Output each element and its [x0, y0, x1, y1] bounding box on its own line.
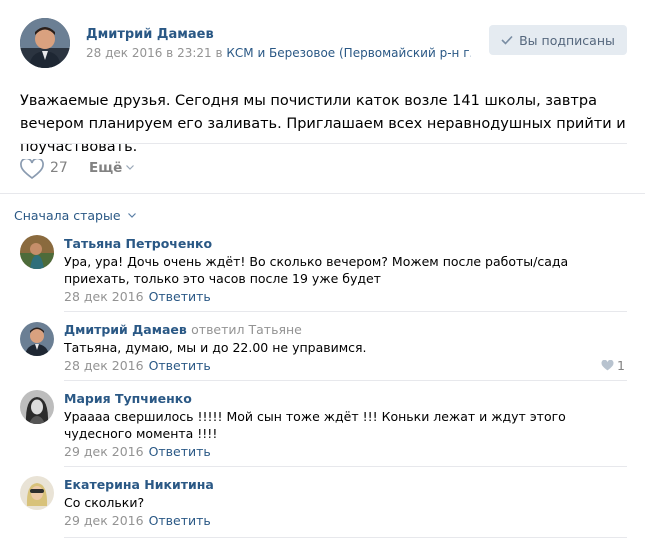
more-button[interactable]: Ещё	[89, 160, 135, 176]
heart-icon	[601, 360, 614, 371]
author-name[interactable]: Дмитрий Дамаев	[86, 27, 214, 42]
divider	[64, 311, 627, 312]
comment-footer: 29 дек 2016 Ответить	[64, 444, 211, 459]
reply-button[interactable]: Ответить	[149, 289, 211, 304]
avatar[interactable]	[20, 476, 54, 510]
more-label: Ещё	[89, 160, 123, 176]
post-date[interactable]: 28 дек 2016 в 23:21 в	[86, 46, 223, 60]
comments-sort-label: Сначала старые	[14, 208, 121, 223]
author-avatar[interactable]	[20, 18, 70, 68]
comment-author-line: Дмитрий Дамаев ответил Татьяне	[64, 322, 302, 337]
subscribed-button[interactable]: Вы подписаны	[489, 25, 627, 55]
comment-date[interactable]: 28 дек 2016	[64, 358, 144, 373]
divider	[64, 537, 627, 538]
divider	[64, 380, 627, 381]
comment-author[interactable]: Мария Тупчиенко	[64, 391, 192, 406]
post-meta: 28 дек 2016 в 23:21 в КСМ и Березовое (П…	[86, 46, 471, 60]
divider	[20, 143, 627, 144]
comment-date[interactable]: 29 дек 2016	[64, 444, 144, 459]
check-icon	[501, 35, 513, 45]
like-count[interactable]: 27	[50, 160, 68, 176]
avatar[interactable]	[20, 322, 54, 356]
comment-author[interactable]: Татьяна Петроченко	[64, 236, 212, 251]
avatar[interactable]	[20, 235, 54, 269]
chevron-down-icon	[127, 213, 136, 218]
comment-date[interactable]: 28 дек 2016	[64, 289, 144, 304]
heart-icon[interactable]	[20, 159, 44, 179]
reply-button[interactable]: Ответить	[149, 358, 211, 373]
comment-footer: 28 дек 2016 Ответить	[64, 289, 211, 304]
post-text: Уважаемые друзья. Сегодня мы почистили к…	[20, 93, 626, 155]
divider	[64, 466, 627, 467]
comment-like-count: 1	[617, 358, 625, 373]
post-place-link[interactable]: КСМ и Березовое (Первомайский р-н г.Н...	[226, 46, 471, 60]
comment-author[interactable]: Екатерина Никитина	[64, 477, 214, 492]
avatar[interactable]	[20, 390, 54, 424]
comment-text: Со скольки?	[64, 495, 145, 510]
chevron-down-icon	[126, 165, 135, 170]
subscribed-label: Вы подписаны	[519, 32, 615, 48]
comment-text: Ура, ура! Дочь очень ждёт! Во сколько ве…	[64, 254, 569, 286]
comment-footer: 28 дек 2016 Ответить	[64, 358, 211, 373]
comment-date[interactable]: 29 дек 2016	[64, 513, 144, 528]
comment-text: Урaааа свершилось !!!!! Мой сын тоже ждё…	[64, 409, 566, 441]
comment-like-button[interactable]: 1	[601, 358, 625, 373]
reply-button[interactable]: Ответить	[149, 444, 211, 459]
divider	[0, 193, 645, 194]
reply-to-label[interactable]: ответил Татьяне	[191, 322, 302, 337]
comment-text: Татьяна, думаю, мы и до 22.00 не управим…	[64, 340, 367, 355]
comment-footer: 29 дек 2016 Ответить	[64, 513, 211, 528]
comments-sort-dropdown[interactable]: Сначала старые	[14, 208, 136, 223]
comment-author[interactable]: Дмитрий Дамаев	[64, 322, 187, 337]
reply-button[interactable]: Ответить	[149, 513, 211, 528]
